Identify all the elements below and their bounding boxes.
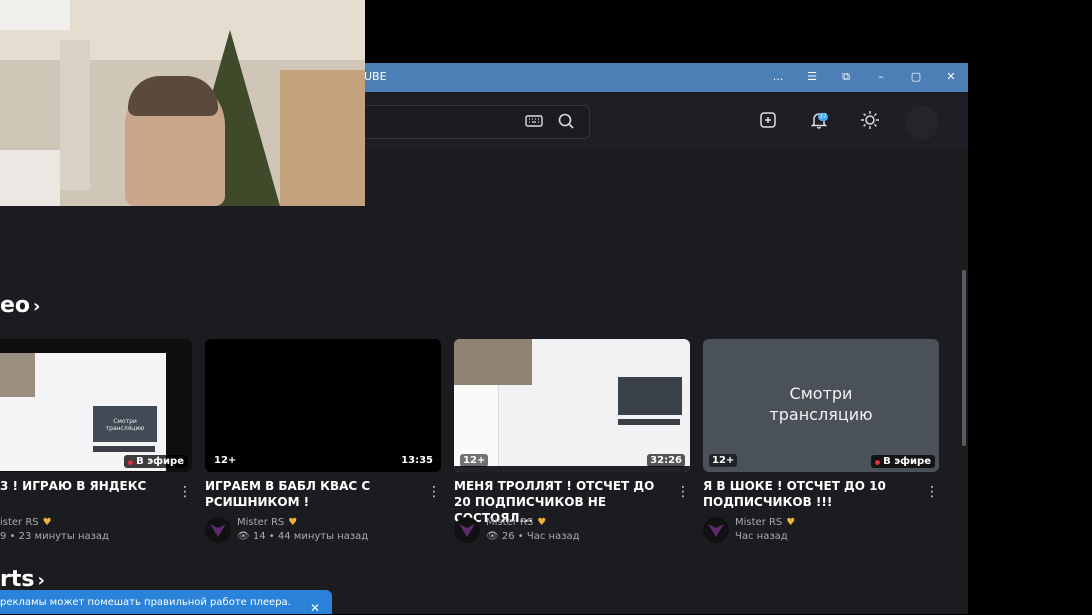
webcam-hair <box>128 76 218 116</box>
channel-avatar[interactable] <box>703 517 729 543</box>
video-meta: 👁 14 • 44 минуты назад <box>237 531 369 542</box>
thumbnail-stream-preview: Смотри трансляцию <box>93 406 157 442</box>
adblock-notice: рекламы может помешать правильной работе… <box>0 590 332 615</box>
view-count: 14 <box>252 531 266 542</box>
video-title[interactable]: ИГРАЕМ В БАБЛ КВАС С РСИШНИКОМ ! <box>205 478 415 510</box>
webcam-air-conditioner <box>0 0 70 30</box>
eye-icon: 👁 <box>237 531 250 542</box>
sun-icon[interactable] <box>859 109 881 131</box>
video-meta: 9 • 23 минуты назад <box>0 531 109 542</box>
notification-badge: 37 <box>818 113 828 121</box>
window-title: UBE <box>364 70 387 83</box>
video-meta: Час назад <box>735 531 788 542</box>
more-vert-icon[interactable]: ⋮ <box>925 484 939 500</box>
keyboard-icon[interactable] <box>524 111 544 131</box>
thumbnail-webcam <box>0 353 35 397</box>
thumbnail-button <box>93 446 155 452</box>
window-minimize-button[interactable]: – <box>874 70 888 84</box>
video-thumbnail[interactable]: 12+ 13:35 <box>205 339 441 472</box>
heart-icon: ♥ <box>786 517 796 528</box>
thumbnail-button <box>618 419 680 425</box>
search-input[interactable] <box>360 105 590 139</box>
chevron-right-icon: › <box>37 570 45 591</box>
channel-name[interactable]: Mister RS ♥ <box>237 517 297 528</box>
channel-avatar[interactable] <box>454 517 480 543</box>
channel-name-text: Mister RS <box>486 517 534 528</box>
video-thumbnail[interactable]: 12+ 32:26 <box>454 339 690 472</box>
age-rating: 12+ <box>709 454 738 467</box>
video-duration: 32:26 <box>647 454 685 467</box>
channel-name[interactable]: Mister RS ♥ <box>486 517 546 528</box>
video-thumbnail[interactable]: Смотри трансляцию 12+ В эфире <box>703 339 939 472</box>
webcam-overlay <box>0 0 365 206</box>
live-badge: В эфире <box>124 455 188 468</box>
video-meta: 👁 26 • Час назад <box>486 531 580 542</box>
view-count: 26 <box>501 531 515 542</box>
video-title[interactable]: Я В ШОКЕ ! ОТСЧЕТ ДО 10 ПОДПИСЧИКОВ !!! <box>703 478 913 510</box>
notice-text: рекламы может помешать правильной работе… <box>0 597 291 608</box>
thumbnail-stream-preview <box>618 377 682 415</box>
section-shorts-heading[interactable]: rts › <box>0 567 45 592</box>
publish-time: 23 минуты назад <box>18 531 109 542</box>
thumbnail-screen: Смотри трансляцию <box>0 353 166 471</box>
close-icon[interactable]: ✕ <box>310 601 320 615</box>
age-rating: 12+ <box>460 454 489 467</box>
thumbnail-webcam <box>454 339 532 385</box>
section-videos-label: eo <box>0 293 31 318</box>
section-videos-heading[interactable]: eo › <box>0 293 40 318</box>
channel-logo-icon <box>459 524 475 537</box>
heart-icon: ♥ <box>537 517 547 528</box>
window-close-button[interactable]: ✕ <box>944 70 958 84</box>
page-scrollbar[interactable] <box>962 270 966 446</box>
more-vert-icon[interactable]: ⋮ <box>676 484 690 500</box>
video-thumbnail[interactable]: Смотри трансляцию В эфире <box>0 339 192 472</box>
channel-avatar[interactable] <box>205 517 231 543</box>
window-menu-button[interactable]: ☰ <box>805 70 819 84</box>
webcam-door <box>280 70 365 206</box>
add-icon[interactable] <box>757 109 779 131</box>
channel-name[interactable]: ister RS ♥ <box>0 517 52 528</box>
window-pip-button[interactable]: ⧉ <box>839 70 853 84</box>
heart-icon: ♥ <box>42 517 52 528</box>
view-count: 9 <box>0 531 7 542</box>
webcam-curtain <box>60 40 90 190</box>
window-more-button[interactable]: ... <box>771 70 785 84</box>
user-avatar[interactable] <box>905 106 939 140</box>
channel-name[interactable]: Mister RS ♥ <box>735 517 795 528</box>
publish-time: Час назад <box>735 531 788 542</box>
channel-name-text: Mister RS <box>735 517 783 528</box>
section-shorts-label: rts <box>0 567 35 592</box>
heart-icon: ♥ <box>288 517 298 528</box>
eye-icon: 👁 <box>486 531 499 542</box>
thumbnail-text: Смотри трансляцию <box>769 384 873 424</box>
chevron-right-icon: › <box>33 296 41 317</box>
channel-logo-icon <box>708 524 724 537</box>
more-vert-icon[interactable]: ⋮ <box>178 484 192 500</box>
live-badge: В эфире <box>871 455 935 468</box>
webcam-toys <box>0 150 60 206</box>
video-duration: 13:35 <box>398 454 436 467</box>
window-maximize-button[interactable]: ▢ <box>909 70 923 84</box>
age-rating: 12+ <box>211 454 240 467</box>
channel-name-text: ister RS <box>0 517 39 528</box>
search-icon[interactable] <box>556 111 576 131</box>
channel-name-text: Mister RS <box>237 517 285 528</box>
channel-logo-icon <box>210 524 226 537</box>
more-vert-icon[interactable]: ⋮ <box>427 484 441 500</box>
publish-time: Час назад <box>526 531 580 542</box>
publish-time: 44 минуты назад <box>277 531 369 542</box>
